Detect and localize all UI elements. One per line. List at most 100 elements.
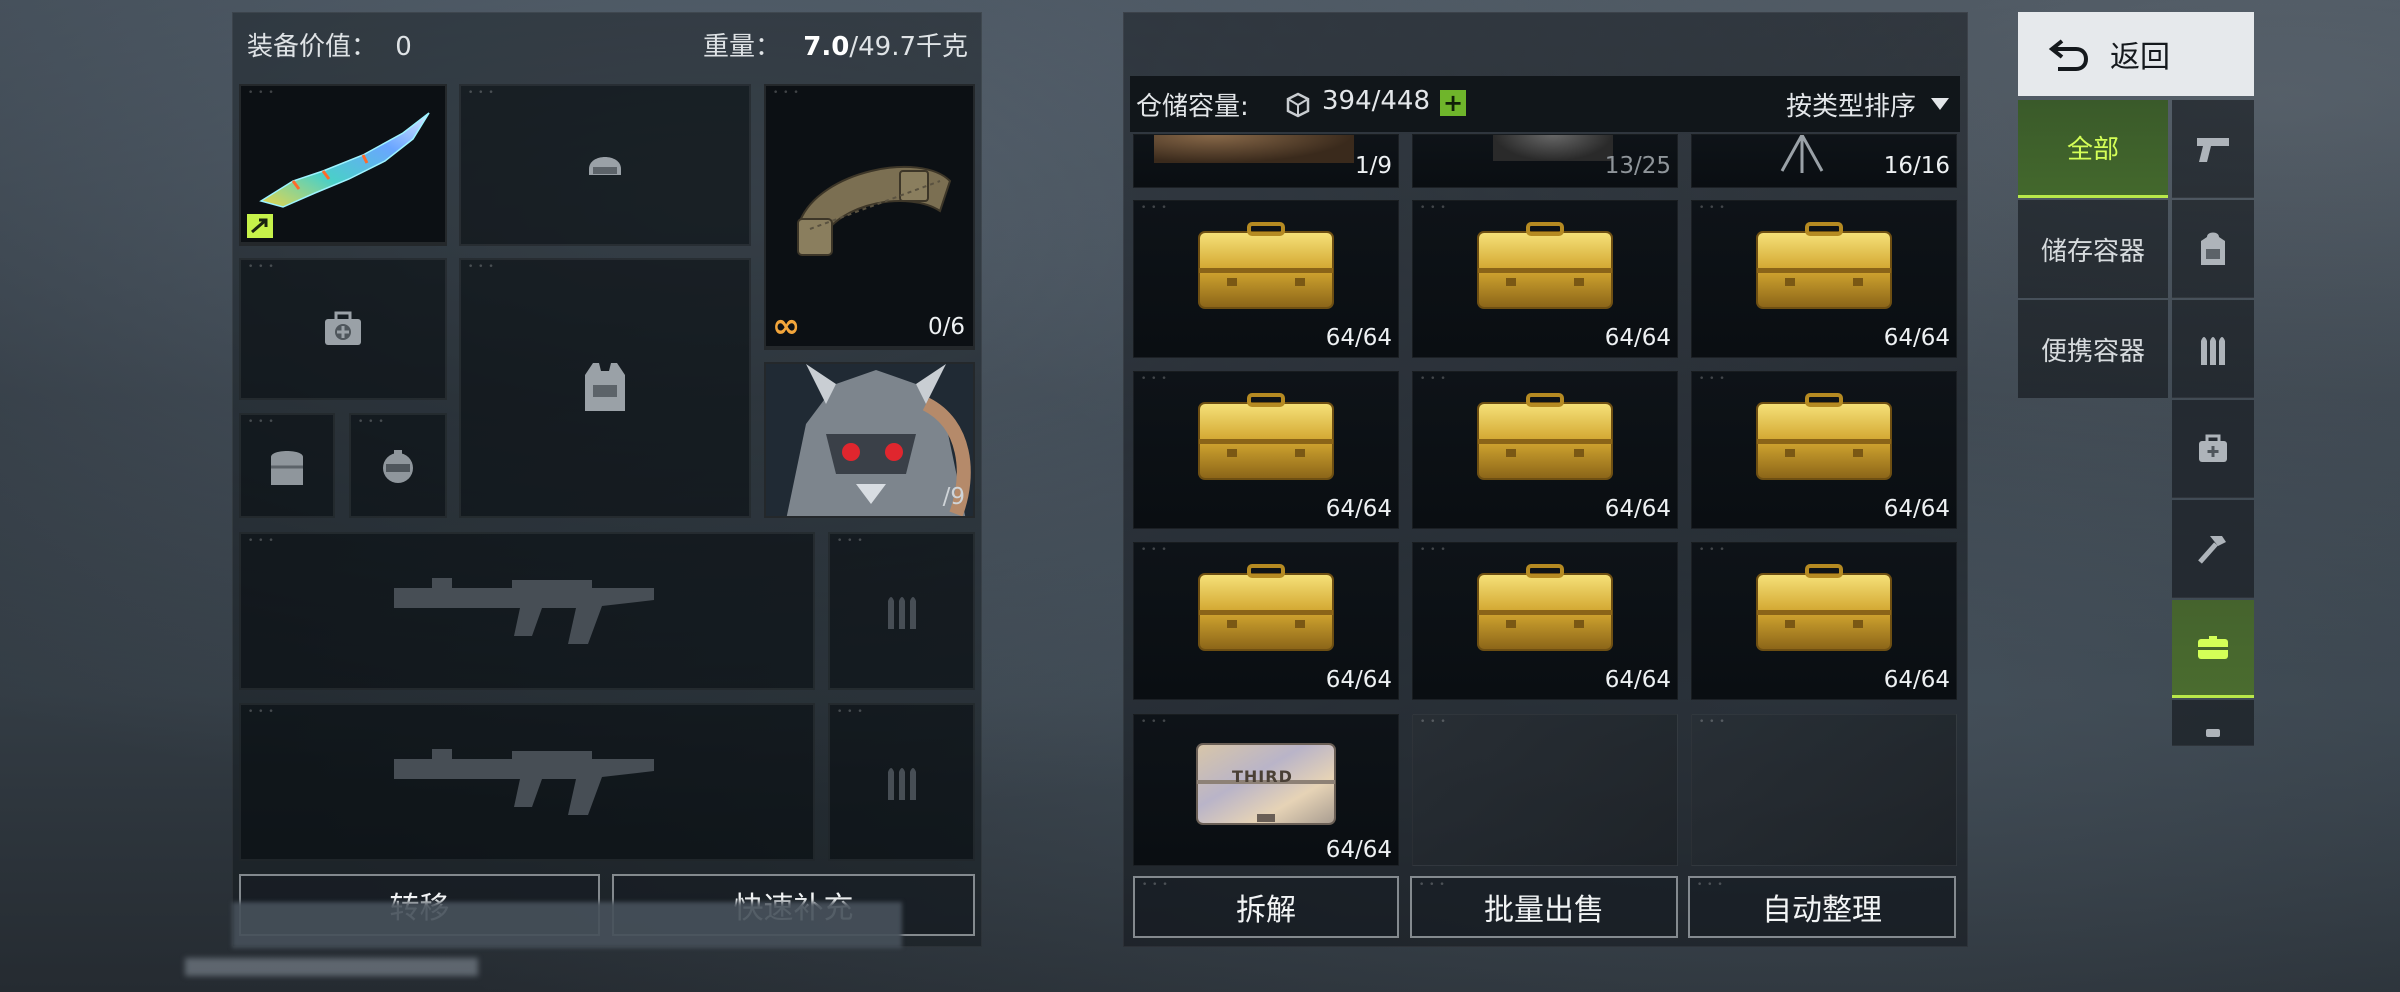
tactical-belt-icon [796, 165, 951, 256]
infinity-indicator: ∞ [772, 306, 801, 346]
blade-weapon-icon [259, 112, 430, 208]
item-count: 64/64 [1883, 667, 1950, 693]
item-count: 64/64 [1604, 667, 1671, 693]
auto-sort-button[interactable]: 自动整理 [1688, 876, 1956, 938]
storage-item-top-3[interactable]: 16/16 [1691, 134, 1957, 188]
storage-item-gold-case[interactable]: 64/64 [1691, 200, 1957, 358]
grenade-icon [383, 449, 413, 483]
item-thumbnail [1493, 135, 1613, 161]
tab-label: 便携容器 [2040, 336, 2145, 367]
auto-sort-button-label: 自动整理 [1762, 893, 1882, 928]
category-ammo[interactable] [2172, 300, 2254, 398]
capacity-value: 394/448 [1322, 86, 1431, 116]
rifle-icon [394, 578, 654, 644]
storage-item-gold-case[interactable]: 64/64 [1691, 371, 1957, 529]
category-more[interactable] [2172, 700, 2254, 746]
storage-item-gold-case[interactable]: 64/64 [1412, 371, 1678, 529]
storage-item-gold-case[interactable]: 64/64 [1412, 542, 1678, 700]
storage-item-gold-case[interactable]: 64/64 [1412, 200, 1678, 358]
medkit-slot[interactable] [239, 258, 447, 400]
category-pistol[interactable] [2172, 100, 2254, 198]
armor-icon [271, 450, 303, 485]
sort-label: 按类型排序 [1785, 91, 1916, 122]
item-count: 64/64 [1325, 837, 1392, 863]
item-count: 64/64 [1325, 325, 1392, 351]
storage-header: 仓储容量: 394/448 + 按类型排序 [1130, 76, 1960, 132]
gold-case-icon [1756, 221, 1892, 309]
back-arrow-icon [2048, 39, 2088, 71]
tab-all[interactable]: 全部 [2018, 100, 2168, 198]
dismantle-button[interactable]: 拆解 [1133, 876, 1399, 938]
storage-empty-cell[interactable] [1691, 714, 1957, 866]
transfer-badge-icon [247, 214, 273, 238]
primary-ammo-slot[interactable] [828, 532, 975, 690]
secondary-ammo-slot[interactable] [828, 703, 975, 861]
gold-case-icon [1756, 563, 1892, 651]
equipment-value-label: 装备价值： [247, 32, 378, 62]
weight-max: /49.7千克 [849, 32, 968, 62]
ammo-icon [887, 768, 916, 800]
vest-slot[interactable] [459, 258, 751, 518]
gold-case-icon [1198, 221, 1334, 309]
storage-item-top-2[interactable]: 13/25 [1412, 134, 1678, 188]
back-button[interactable]: 返回 [2018, 12, 2254, 96]
equipment-value: 装备价值： 0 [247, 26, 412, 63]
storage-item-gold-case[interactable]: 64/64 [1133, 542, 1399, 700]
storage-item-gold-case[interactable]: 64/64 [1133, 371, 1399, 529]
storage-item-gold-case[interactable]: 64/64 [1133, 200, 1399, 358]
belt-count: 0/6 [927, 314, 965, 340]
dismantle-button-label: 拆解 [1236, 893, 1296, 928]
item-thumbnail [1154, 135, 1354, 163]
back-button-label: 返回 [2110, 40, 2170, 75]
character-slot[interactable]: /9 [764, 362, 975, 518]
tab-portable-containers[interactable]: 便携容器 [2018, 300, 2168, 398]
item-count: 13/25 [1604, 153, 1671, 179]
gold-case-icon [1756, 392, 1892, 480]
bulk-sell-button[interactable]: 批量出售 [1410, 876, 1678, 938]
category-backpack[interactable] [2172, 200, 2254, 298]
plus-icon[interactable]: + [1440, 90, 1466, 116]
primary-weapon-slot[interactable] [239, 532, 815, 690]
melee-weapon-slot[interactable] [239, 84, 447, 246]
storage-item-third-case[interactable]: THIRD 64/64 [1133, 714, 1399, 866]
secondary-weapon-slot[interactable] [239, 703, 815, 861]
category-tools[interactable] [2172, 500, 2254, 598]
item-count: 64/64 [1883, 496, 1950, 522]
tactical-belt-slot[interactable]: ∞ 0/6 [764, 84, 975, 350]
weight-label: 重量： [703, 32, 782, 62]
rifle-icon [394, 749, 654, 815]
chevron-down-icon [1931, 98, 1949, 110]
pistol-icon [2197, 137, 2229, 162]
blur-overlay [232, 902, 902, 948]
sort-dropdown[interactable]: 按类型排序 [1786, 84, 1950, 124]
gold-case-icon [1198, 392, 1334, 480]
item-count: 16/16 [1883, 153, 1950, 179]
medkit-icon [2199, 434, 2227, 462]
storage-item-top-1[interactable]: 1/9 [1133, 134, 1399, 188]
ammo-icon [887, 597, 916, 629]
category-containers[interactable] [2172, 600, 2254, 698]
storage-cube-icon [1286, 92, 1310, 118]
category-medical[interactable] [2172, 400, 2254, 498]
helmet-slot[interactable] [459, 84, 751, 246]
grenade-slot[interactable] [349, 413, 447, 518]
item-count: 64/64 [1883, 325, 1950, 351]
equipment-value-number: 0 [395, 32, 412, 62]
tab-label: 全部 [2066, 135, 2119, 165]
tripod-icon [1780, 135, 1824, 173]
tab-label: 储存容器 [2040, 236, 2145, 267]
item-count: 64/64 [1604, 496, 1671, 522]
weight-current: 7.0 [803, 32, 850, 62]
ammo-icon [2201, 336, 2225, 365]
storage-empty-cell[interactable] [1412, 714, 1678, 866]
vest-icon [585, 363, 625, 411]
medkit-icon [325, 311, 361, 345]
item-count: 1/9 [1354, 153, 1392, 179]
character-count: /9 [942, 484, 965, 510]
hammer-icon [2198, 535, 2226, 564]
storage-item-gold-case[interactable]: 64/64 [1691, 542, 1957, 700]
armor-slot[interactable] [239, 413, 335, 518]
tab-storage-containers[interactable]: 储存容器 [2018, 200, 2168, 298]
weight-readout: 重量： 7.0/49.7千克 [703, 26, 968, 63]
gold-case-icon [1477, 221, 1613, 309]
